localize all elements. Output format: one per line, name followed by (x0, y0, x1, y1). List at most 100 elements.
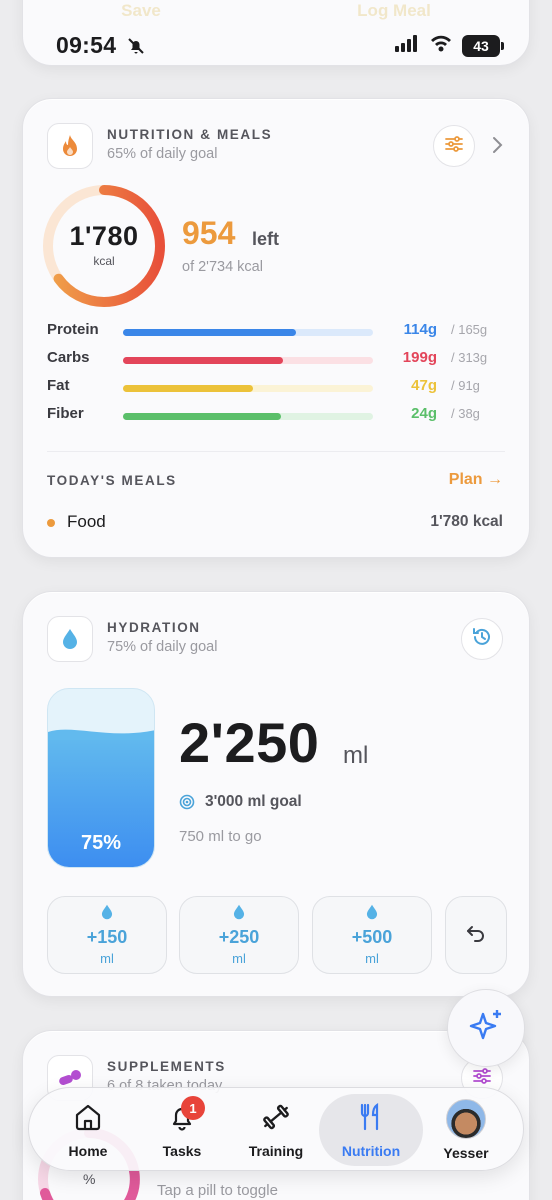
macro-track (123, 385, 373, 392)
macro-fill (123, 357, 283, 364)
tab-label: Nutrition (341, 1142, 401, 1159)
wifi-icon (429, 34, 453, 57)
calories-left-value: 954 (182, 215, 236, 251)
meals-title: TODAY'S MEALS (47, 473, 177, 488)
tab-label: Tasks (162, 1142, 202, 1159)
macro-track (123, 329, 373, 336)
adjust-goals-button[interactable] (433, 125, 475, 167)
target-icon (179, 794, 195, 815)
water-amount: 2'250 (179, 711, 320, 774)
calories-unit: kcal (93, 253, 115, 268)
history-icon (471, 626, 493, 653)
macro-row-fiber: Fiber 24g / 38g (47, 405, 507, 427)
tab-label: Home (68, 1142, 108, 1159)
macro-fill (123, 329, 296, 336)
macro-label: Carbs (47, 349, 90, 366)
macro-fill (123, 385, 253, 392)
macro-value: 114g (403, 321, 437, 338)
save-button[interactable]: Save (121, 1, 161, 21)
add-500-button[interactable]: +500 ml (312, 896, 432, 974)
supplements-hint: Tap a pill to toggle (157, 1182, 278, 1199)
add-250-button[interactable]: +250 ml (179, 896, 299, 974)
macro-goal: / 91g (451, 378, 480, 393)
calories-total: of 2'734 kcal (182, 259, 263, 275)
nutrition-card[interactable]: NUTRITION & MEALS 65% of daily goal 1'78… (22, 98, 530, 558)
tab-profile[interactable]: Yesser (413, 1088, 519, 1172)
previous-card-actions: Save Log Meal (23, 1, 529, 21)
macro-goal: / 165g (451, 322, 488, 337)
section-title: NUTRITION & MEALS (107, 127, 273, 142)
home-icon (73, 1102, 103, 1137)
sliders-icon (444, 135, 464, 158)
log-meal-button[interactable]: Log Meal (357, 1, 431, 21)
tab-label: Yesser (443, 1145, 489, 1161)
water-drop-icon (233, 904, 245, 925)
divider (47, 451, 505, 452)
notification-badge: 1 (181, 1096, 205, 1120)
section-title: HYDRATION (107, 620, 201, 635)
calories-left-label: left (252, 229, 279, 249)
macro-label: Fiber (47, 405, 84, 422)
chevron-right-icon[interactable] (491, 135, 503, 160)
water-remaining: 750 ml to go (179, 828, 262, 845)
dumbbell-icon (260, 1102, 292, 1137)
macro-label: Protein (47, 321, 99, 338)
calorie-ring: 1'780 kcal (41, 183, 167, 309)
macro-row-carbs: Carbs 199g / 313g (47, 349, 507, 371)
hydration-card[interactable]: HYDRATION 75% of daily goal 75% 2'250 ml… (22, 591, 530, 997)
macro-goal: / 38g (451, 406, 480, 421)
meal-dot (47, 519, 55, 527)
macro-value: 199g (402, 349, 437, 366)
undo-icon (465, 922, 487, 949)
macro-fill (123, 413, 281, 420)
history-button[interactable] (461, 618, 503, 660)
macro-track (123, 413, 373, 420)
water-goal: 3'000 ml goal (205, 793, 302, 810)
section-subtitle: 65% of daily goal (107, 146, 218, 162)
tab-bar: Home 1 Tasks Training Nutrition Yesser (28, 1087, 524, 1171)
bell-slash-icon (126, 36, 146, 61)
supplements-percent: % (83, 1171, 96, 1187)
meal-kcal: 1'780 kcal (430, 513, 503, 530)
tab-tasks[interactable]: 1 Tasks (129, 1088, 235, 1172)
add-amount: +150 (86, 927, 128, 947)
water-unit: ml (343, 742, 369, 769)
undo-button[interactable] (445, 896, 507, 974)
calories-consumed: 1'780 (69, 220, 139, 251)
add-unit: ml (232, 951, 246, 966)
sparkles-icon (466, 1006, 506, 1051)
add-unit: ml (100, 951, 114, 966)
section-title: SUPPLEMENTS (107, 1059, 226, 1074)
water-drop-icon (366, 904, 378, 925)
section-subtitle: 75% of daily goal (107, 639, 218, 655)
add-amount: +250 (218, 927, 260, 947)
tab-nutrition[interactable]: Nutrition (319, 1094, 423, 1166)
ai-assistant-button[interactable] (447, 989, 525, 1067)
macro-goal: / 313g (451, 350, 488, 365)
water-glass: 75% (47, 688, 155, 868)
water-drop-icon (47, 616, 93, 662)
status-bar: 09:54 43 (0, 30, 552, 62)
macro-value: 24g (411, 405, 437, 422)
macro-label: Fat (47, 377, 70, 394)
add-amount: +500 (351, 927, 393, 947)
macro-row-fat: Fat 47g / 91g (47, 377, 507, 399)
macro-track (123, 357, 373, 364)
avatar (446, 1099, 486, 1139)
battery-indicator: 43 (462, 34, 504, 57)
status-time: 09:54 (56, 32, 117, 58)
meal-name: Food (67, 512, 106, 531)
flame-icon (47, 123, 93, 169)
macro-row-protein: Protein 114g / 165g (47, 321, 507, 343)
water-percent: 75% (80, 832, 122, 854)
macro-value: 47g (411, 377, 437, 394)
plan-link[interactable]: Plan → (449, 471, 503, 489)
tab-home[interactable]: Home (35, 1088, 141, 1172)
tab-training[interactable]: Training (223, 1088, 329, 1172)
water-drop-icon (101, 904, 113, 925)
fork-knife-icon (356, 1102, 386, 1137)
signal-icon (394, 34, 420, 57)
add-unit: ml (365, 951, 379, 966)
add-150-button[interactable]: +150 ml (47, 896, 167, 974)
tab-label: Training (248, 1142, 304, 1159)
